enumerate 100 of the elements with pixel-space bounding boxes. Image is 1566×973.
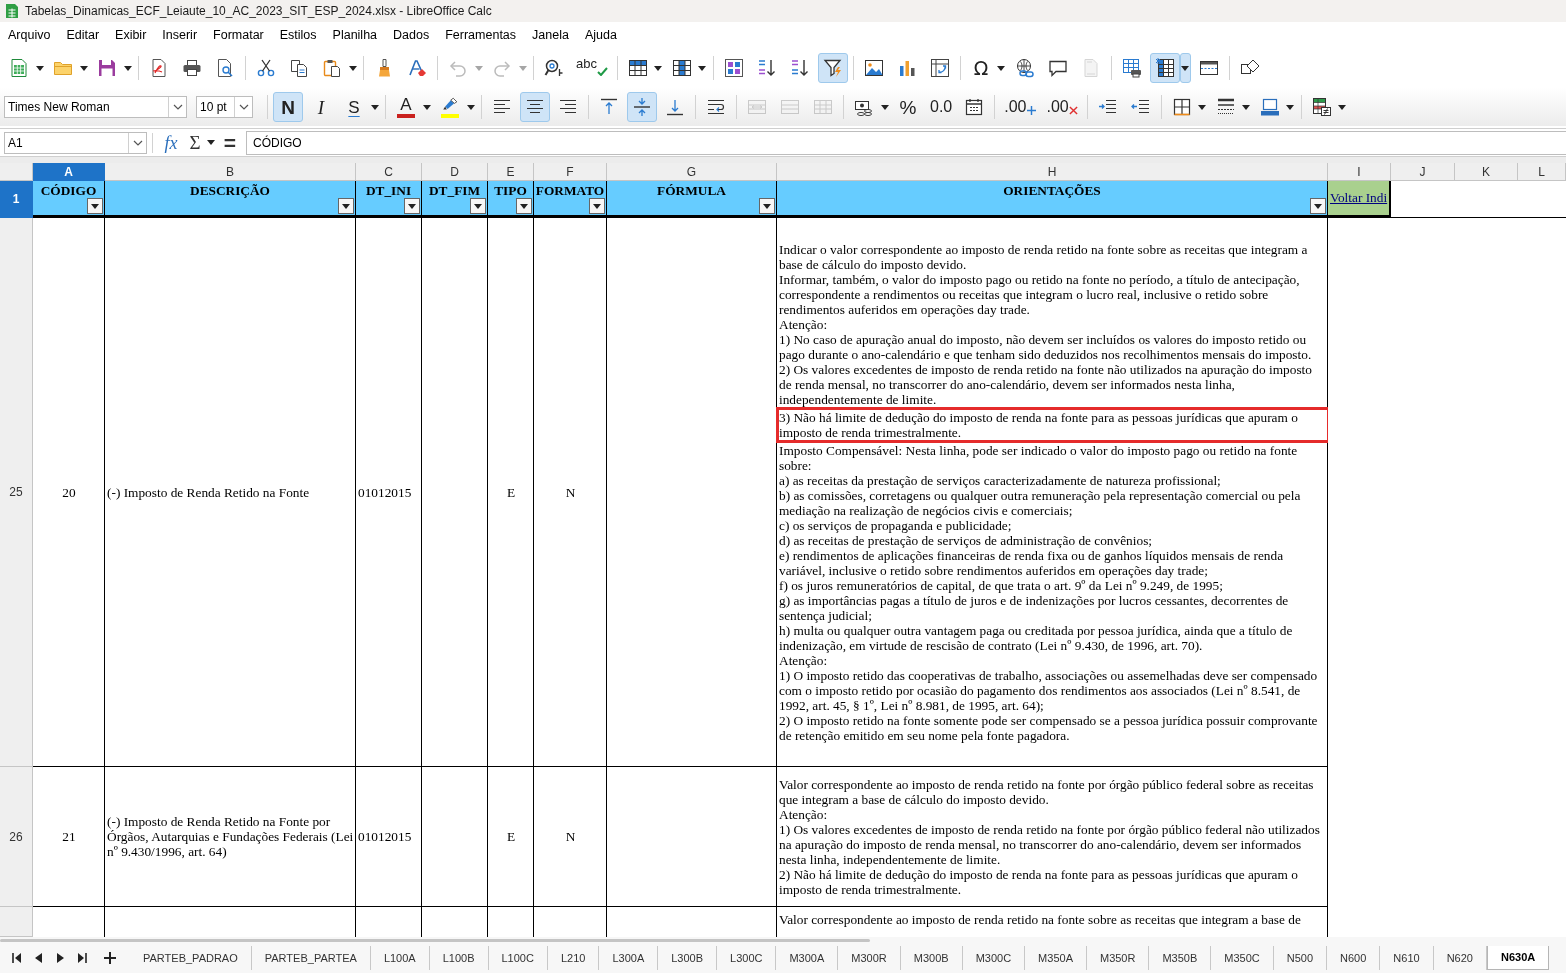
chevron-down-icon[interactable] <box>172 104 183 110</box>
font-color-button[interactable]: A <box>391 92 421 122</box>
filter-dropdown-button[interactable] <box>470 198 486 214</box>
column-header[interactable]: J <box>1391 163 1455 181</box>
sheet-tab[interactable]: L300C <box>717 945 777 970</box>
column-header[interactable]: F <box>534 163 607 181</box>
add-decimal-button[interactable]: .00 <box>1000 92 1040 122</box>
menu-item[interactable]: Formatar <box>205 26 272 44</box>
menu-item[interactable]: Editar <box>58 26 108 44</box>
skip-back-icon[interactable] <box>11 952 21 963</box>
formula-button[interactable]: = <box>220 130 240 155</box>
redo-arrow-icon <box>492 58 512 78</box>
column-header[interactable]: I <box>1328 163 1391 181</box>
sheet-tab[interactable]: N500 <box>1273 945 1328 970</box>
cell-paragraph: b) as comissões, corretagens ou qualquer outra remuneração pela representação comercial ou pela mediação na realização de negócios civis e comerciais; <box>779 487 1302 518</box>
filter-dropdown-button[interactable] <box>589 198 605 214</box>
function-wizard-button[interactable]: fx <box>161 130 181 155</box>
font-name-combo[interactable]: Times New Roman <box>4 96 187 118</box>
skip-forward-icon[interactable] <box>77 952 87 963</box>
row-header[interactable]: 25 <box>0 218 33 767</box>
align-middle-button[interactable] <box>627 92 657 122</box>
filter-dropdown-button[interactable] <box>1310 198 1326 214</box>
sheet-tab[interactable]: M300B <box>900 945 963 970</box>
triangle-right-icon[interactable] <box>56 952 64 963</box>
menu-item[interactable]: Exibir <box>107 26 155 44</box>
column-heading: DT_INI <box>365 182 412 199</box>
font-size-combo[interactable]: 10 pt <box>196 96 253 118</box>
column-header[interactable]: D <box>422 163 488 181</box>
formula-input[interactable]: CÓDIGO <box>246 130 1566 155</box>
horizontal-scrollbar[interactable] <box>0 939 870 942</box>
link[interactable]: Voltar Indi <box>1330 190 1388 206</box>
column-header[interactable]: L <box>1518 163 1566 181</box>
sheet-tab[interactable]: M350A <box>1025 945 1087 970</box>
sheet-tab[interactable]: M300A <box>776 945 839 970</box>
menu-item[interactable]: Planilha <box>324 26 386 44</box>
filter-dropdown-button[interactable] <box>516 198 532 214</box>
sheet-tab[interactable]: N620 <box>1433 945 1487 970</box>
row-header[interactable]: 26 <box>0 767 33 907</box>
sheet-tab[interactable]: PARTEB_PADRAO <box>130 945 252 970</box>
wrap-text-icon <box>706 97 726 117</box>
menu-item[interactable]: Arquivo <box>0 26 59 44</box>
chevron-down-icon[interactable] <box>238 104 249 110</box>
column-header[interactable]: K <box>1455 163 1518 181</box>
column-header[interactable]: B <box>105 163 356 181</box>
menu-item[interactable]: Estilos <box>271 26 325 44</box>
filter-dropdown-button[interactable] <box>404 198 420 214</box>
triangle-left-icon[interactable] <box>34 952 42 963</box>
align-center-button[interactable] <box>520 92 550 122</box>
menu-item[interactable]: Dados <box>385 26 438 44</box>
column-heading: FÓRMULA <box>657 182 726 199</box>
sheet-tab[interactable]: L300B <box>658 945 718 970</box>
row-header[interactable]: 1 <box>0 181 33 218</box>
spelling-button[interactable]: abc <box>572 53 612 83</box>
filter-dropdown-button[interactable] <box>338 198 354 214</box>
freeze-button[interactable] <box>1149 53 1180 83</box>
grid-icon <box>813 97 833 117</box>
caret-icon[interactable] <box>1179 53 1191 83</box>
sheet-tab[interactable]: PARTEB_PARTEA <box>251 945 371 970</box>
filter-dropdown-button[interactable] <box>759 198 775 214</box>
sheet-tab[interactable]: M350C <box>1211 945 1274 970</box>
sheet-tab[interactable]: N630A <box>1486 945 1550 970</box>
column-header[interactable]: E <box>488 163 534 181</box>
cell-paragraph: Atenção: <box>779 652 828 668</box>
menu-item[interactable]: Ferramentas <box>437 26 525 44</box>
column-header[interactable]: C <box>356 163 422 181</box>
filter-dropdown-button[interactable] <box>87 198 103 214</box>
chevron-down-icon[interactable] <box>132 139 143 146</box>
column-header[interactable]: H <box>777 163 1328 181</box>
bold-button[interactable]: N <box>273 92 303 122</box>
percent-button[interactable]: % <box>893 92 923 122</box>
number-format-button[interactable]: 0.0 <box>926 92 957 122</box>
sheet-tab[interactable]: M300R <box>838 945 901 970</box>
sheet-tab[interactable]: L100A <box>370 945 430 970</box>
menu-item[interactable]: Inserir <box>154 26 206 44</box>
menu-item[interactable]: Janela <box>524 26 577 44</box>
sheet-tab[interactable]: N600 <box>1327 945 1381 970</box>
italic-button[interactable]: I <box>306 92 336 122</box>
column-header[interactable]: A <box>33 163 105 181</box>
caret-icon <box>474 203 482 209</box>
merge-cells-icon <box>780 97 800 117</box>
underline-button[interactable]: S <box>339 92 369 122</box>
delete-decimal-button[interactable]: .00 <box>1042 92 1082 122</box>
sheet-tab[interactable]: L100C <box>488 945 548 970</box>
sheet-tab[interactable]: M350R <box>1086 945 1150 970</box>
column-header[interactable]: G <box>607 163 777 181</box>
globe-link-icon <box>1014 58 1035 78</box>
sheet-tab[interactable]: L210 <box>547 945 600 970</box>
sheet-tab[interactable]: M300C <box>962 945 1026 970</box>
sheet-tab[interactable]: N610 <box>1380 945 1434 970</box>
plus-icon[interactable] <box>104 951 116 964</box>
sheet-tab[interactable]: L100B <box>429 945 489 970</box>
conditional-format-icon <box>1311 97 1332 117</box>
autofilter-button[interactable] <box>817 53 848 83</box>
special-character-button[interactable]: Ω <box>965 53 996 83</box>
cell-reference-combo[interactable]: A1 <box>4 131 147 154</box>
sum-button[interactable]: Σ <box>185 130 205 155</box>
sheet-tab[interactable]: M350B <box>1149 945 1212 970</box>
sort-descending-icon <box>789 58 810 78</box>
menu-item[interactable]: Ajuda <box>576 26 625 44</box>
sheet-tab[interactable]: L300A <box>599 945 659 970</box>
